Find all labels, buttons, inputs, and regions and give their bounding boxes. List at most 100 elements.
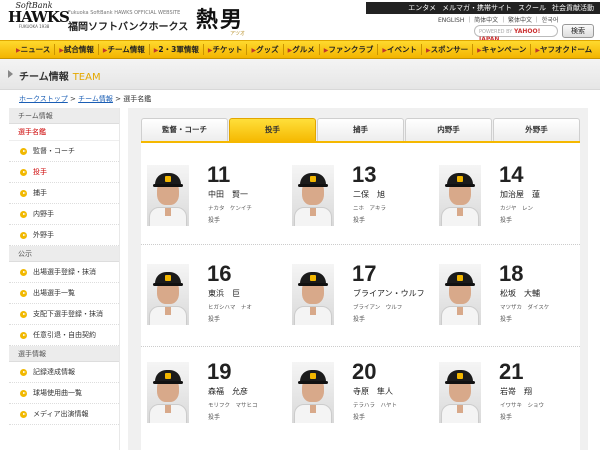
page-title-ja: チーム情報 — [19, 72, 69, 83]
search-input[interactable]: POWERED BY YAHOO! JAPAN — [474, 25, 558, 43]
hero-subtitle: アツオ — [230, 31, 246, 37]
player-number: 13 — [352, 162, 377, 187]
breadcrumb-current: 選手名鑑 — [123, 95, 152, 103]
tab-staff[interactable]: 監督・コーチ — [141, 118, 228, 142]
player-card[interactable]: 19 森福 允彦 モリフク マサヒコ 投手 — [147, 359, 277, 442]
player-photo[interactable] — [147, 264, 189, 325]
nav-item-team[interactable]: ▶チーム情報 — [99, 44, 150, 55]
player-card[interactable]: 18 松坂 大輔 マツザカ ダイスケ 投手 — [439, 261, 569, 344]
nav-label: キャンペーン — [481, 45, 527, 54]
player-kana: イワサキ ショウ — [500, 403, 545, 409]
sidebar-item-registration[interactable]: 出場選手登録・抹消 — [9, 262, 119, 283]
player-kana: ナカタ ケンイチ — [208, 206, 252, 212]
player-name[interactable]: 岩嵜 翔 — [500, 386, 532, 397]
player-photo[interactable] — [292, 165, 334, 226]
player-name[interactable]: ブライアン・ウルフ — [353, 288, 425, 299]
sidebar-current-roster[interactable]: 選手名鑑 — [9, 124, 119, 141]
global-nav: ▶ニュース ▶試合情報 ▶チーム情報 ▶2・3軍情報 ▶チケット ▶グッズ ▶グ… — [0, 40, 600, 59]
sidebar-item-pitchers[interactable]: 投手 — [9, 162, 119, 183]
player-card[interactable]: 17 ブライアン・ウルフ ブライアン ウルフ 投手 — [292, 261, 425, 344]
player-grid: 11 中田 賢一 ナカタ ケンイチ 投手 13 二保 旭 ニホ アキラ 投手 1… — [141, 143, 580, 450]
nav-label: ニュース — [20, 45, 51, 54]
top-link-school[interactable]: スクール — [518, 3, 546, 13]
breadcrumb-team[interactable]: チーム情報 — [78, 95, 113, 103]
nav-item-game[interactable]: ▶試合情報 — [55, 44, 99, 55]
hawks-logo[interactable]: SoftBank HAWKS FUKUOKA 1938 — [8, 2, 70, 36]
player-number: 20 — [352, 359, 377, 384]
sidebar-section-notices: 公示 — [9, 246, 119, 262]
player-photo[interactable] — [439, 362, 481, 423]
nav-item-farm[interactable]: ▶2・3軍情報 — [150, 44, 204, 55]
nav-item-sponsor[interactable]: ▶スポンサー — [422, 44, 474, 55]
tab-catchers[interactable]: 捕手 — [317, 118, 404, 142]
player-name[interactable]: 松坂 大輔 — [500, 288, 540, 299]
nav-item-campaign[interactable]: ▶キャンペーン — [473, 44, 532, 55]
player-card[interactable]: 21 岩嵜 翔 イワサキ ショウ 投手 — [439, 359, 569, 442]
player-position: 投手 — [353, 217, 366, 224]
player-photo[interactable] — [292, 362, 334, 423]
sidebar: チーム情報 選手名鑑 監督・コーチ 投手 捕手 内野手 外野手 公示 出場選手登… — [9, 108, 120, 450]
nav-item-ticket[interactable]: ▶チケット — [204, 44, 248, 55]
top-link-csr[interactable]: 社会貢献活動 — [552, 3, 594, 13]
nav-label: イベント — [386, 45, 417, 54]
nav-item-fanclub[interactable]: ▶ファンクラブ — [320, 44, 379, 55]
player-number: 21 — [499, 359, 524, 384]
top-link-entame[interactable]: エンタメ — [408, 3, 436, 13]
player-position: 投手 — [500, 316, 513, 323]
player-number: 11 — [207, 162, 231, 187]
sidebar-item-walkup-songs[interactable]: 球場使用曲一覧 — [9, 383, 119, 404]
tab-outfielders[interactable]: 外野手 — [493, 118, 580, 142]
player-photo[interactable] — [439, 165, 481, 226]
sidebar-item-media[interactable]: メディア出演情報 — [9, 404, 119, 425]
player-photo[interactable] — [439, 264, 481, 325]
player-card[interactable]: 16 東浜 巨 ヒガシハマ ナオ 投手 — [147, 261, 277, 344]
site-name[interactable]: 福岡ソフトバンクホークス — [68, 18, 188, 33]
player-photo[interactable] — [292, 264, 334, 325]
player-card[interactable]: 14 加治屋 蓮 カジヤ レン 投手 — [439, 162, 569, 245]
sidebar-item-active-list[interactable]: 出場選手一覧 — [9, 283, 119, 304]
player-kana: テラハラ ハヤト — [353, 403, 397, 409]
tab-pitchers[interactable]: 投手 — [229, 118, 316, 142]
row-divider — [141, 346, 580, 347]
sidebar-item-roster-changes[interactable]: 支配下選手登録・抹消 — [9, 304, 119, 325]
player-name[interactable]: 寺原 隼人 — [353, 386, 393, 397]
nav-label: チーム情報 — [107, 45, 145, 54]
player-card[interactable]: 11 中田 賢一 ナカタ ケンイチ 投手 — [147, 162, 277, 245]
player-position: 投手 — [353, 316, 366, 323]
nav-item-gourmet[interactable]: ▶グルメ — [284, 44, 320, 55]
search-button[interactable]: 検索 — [562, 24, 594, 38]
player-name[interactable]: 二保 旭 — [353, 189, 385, 200]
player-number: 14 — [499, 162, 524, 187]
player-name[interactable]: 加治屋 蓮 — [500, 189, 540, 200]
site-tagline: Fukuoka SoftBank HAWKS OFFICIAL WEBSITE — [68, 10, 181, 16]
sidebar-item-infielders[interactable]: 内野手 — [9, 204, 119, 225]
top-link-mailmag[interactable]: メルマガ・携帯サイト — [442, 3, 512, 13]
sidebar-item-outfielders[interactable]: 外野手 — [9, 225, 119, 246]
player-number: 17 — [352, 261, 377, 286]
player-kana: カジヤ レン — [500, 206, 534, 212]
tab-infielders[interactable]: 内野手 — [405, 118, 492, 142]
sidebar-item-staff[interactable]: 監督・コーチ — [9, 141, 119, 162]
breadcrumb-home[interactable]: ホークストップ — [19, 95, 68, 103]
nav-item-goods[interactable]: ▶グッズ — [247, 44, 284, 55]
player-card[interactable]: 20 寺原 隼人 テラハラ ハヤト 投手 — [292, 359, 422, 442]
player-name[interactable]: 中田 賢一 — [208, 189, 248, 200]
sidebar-section-player-info: 選手情報 — [9, 346, 119, 362]
nav-item-dome[interactable]: ▶ヤフオクドーム — [531, 44, 596, 55]
sidebar-item-milestones[interactable]: 記録達成情報 — [9, 362, 119, 383]
player-kana: ニホ アキラ — [353, 206, 387, 212]
player-name[interactable]: 森福 允彦 — [208, 386, 248, 397]
player-photo[interactable] — [147, 362, 189, 423]
logo-line2: HAWKS — [8, 8, 70, 26]
player-card[interactable]: 13 二保 旭 ニホ アキラ 投手 — [292, 162, 422, 245]
sidebar-item-catchers[interactable]: 捕手 — [9, 183, 119, 204]
player-position: 投手 — [500, 217, 513, 224]
sidebar-item-retirement[interactable]: 任意引退・自由契約 — [9, 325, 119, 346]
nav-item-event[interactable]: ▶イベント — [378, 44, 422, 55]
nav-item-news[interactable]: ▶ニュース — [12, 44, 56, 55]
player-photo[interactable] — [147, 165, 189, 226]
nav-label: スポンサー — [430, 45, 469, 54]
main-content: 監督・コーチ 投手 捕手 内野手 外野手 11 中田 賢一 ナカタ ケンイチ 投… — [128, 108, 588, 450]
language-links[interactable]: ENGLISH ｜ 简体中文 ｜ 繁体中文 ｜ 한국어 — [438, 15, 558, 24]
player-name[interactable]: 東浜 巨 — [208, 288, 240, 299]
